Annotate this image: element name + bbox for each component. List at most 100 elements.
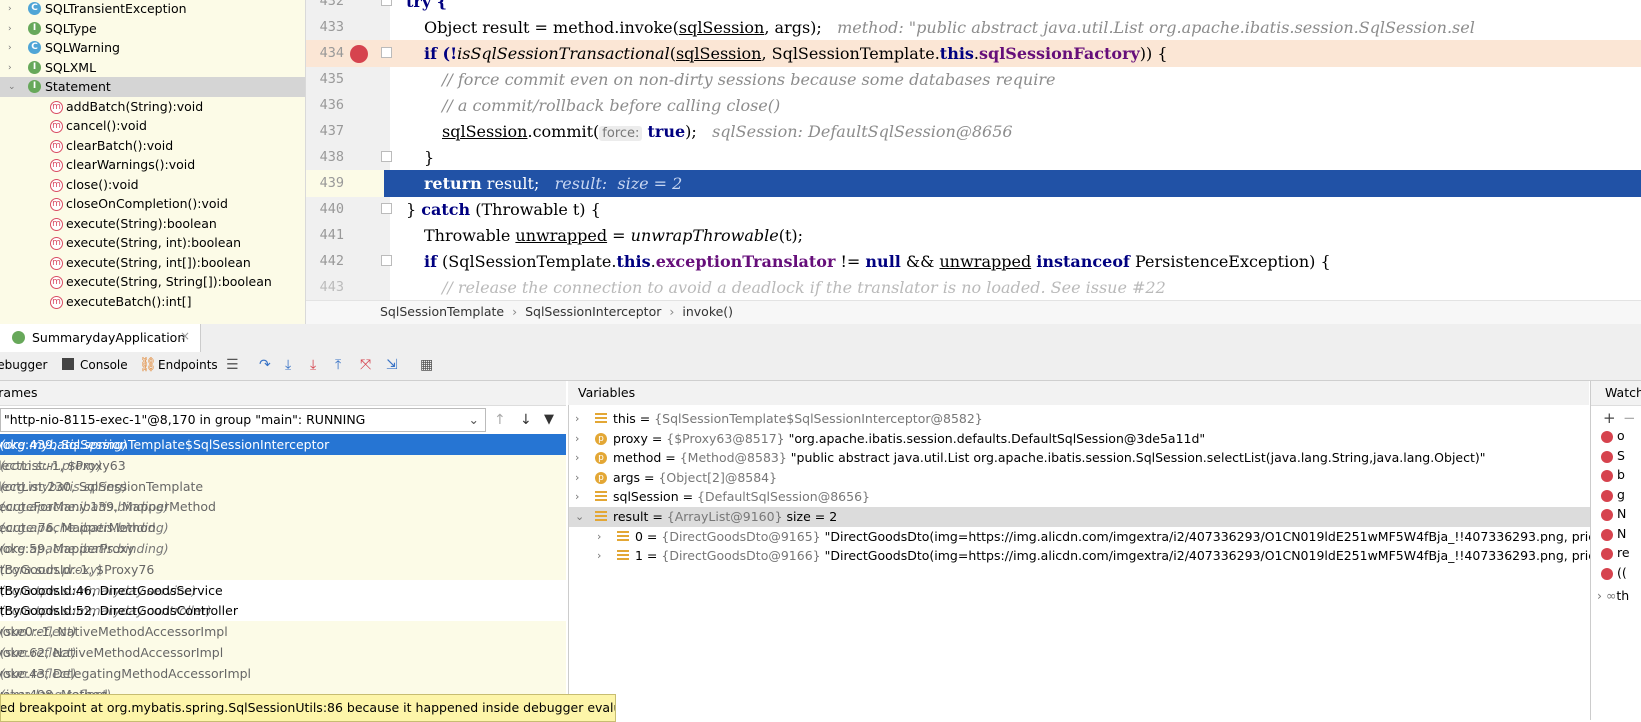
breadcrumb-item[interactable]: SqlSessionTemplate	[380, 304, 504, 319]
stack-frame[interactable]: invoke:59, MapperProxy(org.apache.ibatis…	[0, 538, 566, 559]
fold-marker-icon[interactable]	[381, 151, 392, 162]
tree-method-item[interactable]: m cancel():void	[0, 116, 305, 136]
force-step-into-icon[interactable]: ⤓	[310, 357, 316, 373]
code-line[interactable]: 432 try {	[306, 0, 1641, 15]
stack-frame[interactable]: selectList:230, SqlSessionTemplate (org.m…	[0, 475, 566, 497]
tab-console[interactable]: Console	[80, 358, 128, 372]
variable-row[interactable]: › 0 = {DirectGoodsDto@9165} "DirectGoodsD…	[569, 527, 1641, 547]
tree-item[interactable]: › C SQLWarning	[0, 38, 305, 58]
tree-method-item[interactable]: m execute(String):boolean	[0, 214, 305, 234]
chevron-right-icon[interactable]: ›	[575, 468, 579, 488]
layout-menu-icon[interactable]: ☰	[226, 357, 239, 373]
chevron-right-icon[interactable]: ›	[575, 448, 579, 468]
tree-method-item[interactable]: m clearBatch():void	[0, 136, 305, 156]
code-line[interactable]: 438}	[306, 144, 1641, 171]
chevron-down-icon[interactable]: ⌄	[575, 507, 584, 527]
tree-method-item[interactable]: m executeBatch():int[]	[0, 292, 305, 312]
fold-marker-icon[interactable]	[381, 47, 392, 58]
stack-frame[interactable]: invoke:43, DelegatingMethodAccessorImpl(…	[0, 662, 566, 684]
code-line[interactable]: 439 return result; result: size = 2	[306, 170, 1641, 197]
thread-selector[interactable]: "http-nio-8115-exec-1"@8,170 in group "m…	[0, 408, 486, 432]
watch-item[interactable]: ((	[1617, 565, 1627, 580]
code-line[interactable]: 437 sqlSession.commit(force: true); sqlSe…	[306, 118, 1641, 145]
stack-frame[interactable]: executeForMany:139, MapperMethod (org.apa…	[0, 496, 566, 518]
stack-frame[interactable]: selectList:-1, $Proxy63(com.sun.proxy)	[0, 454, 566, 476]
code-line[interactable]: 442 if (SqlSessionTemplate.this.exception…	[306, 248, 1641, 275]
remove-watch-icon[interactable]: −	[1623, 409, 1636, 427]
code-line[interactable]: 443 // release the connection to avoid a …	[306, 274, 1641, 300]
drop-frame-icon[interactable]: ⤧	[360, 357, 371, 373]
code-line[interactable]: 433 Object result = method.invoke(sqlSess…	[306, 14, 1641, 41]
tree-method-item[interactable]: m closeOnCompletion():void	[0, 194, 305, 214]
tab-debugger[interactable]: Debugger	[0, 358, 47, 372]
tree-method-item[interactable]: m execute(String, int[]):boolean	[0, 253, 305, 273]
code-line[interactable]: 434 if (!isSqlSessionTransactional(sqlSes…	[306, 40, 1641, 67]
stack-frame[interactable]: getByGoodsId:46, DirectGoodsService (com.…	[0, 579, 566, 601]
variable-row[interactable]: › this = {SqlSessionTemplate$SqlSessionIn…	[569, 409, 1590, 429]
chevron-right-icon[interactable]: ›	[8, 19, 12, 39]
chevron-right-icon[interactable]: ›	[8, 38, 12, 58]
variables-tree[interactable]: › this = {SqlSessionTemplate$SqlSessionIn…	[568, 405, 1641, 720]
variable-row[interactable]: › 1 = {DirectGoodsDto@9166} "DirectGoodsD…	[569, 546, 1641, 566]
variable-row[interactable]: › p method = {Method@8583} "public abstrac…	[569, 448, 1590, 468]
step-out-icon[interactable]: ⤒	[335, 357, 341, 373]
filter-icon[interactable]: ▼	[544, 412, 554, 427]
code-editor[interactable]: 432 try {433 Object result = method.invoke…	[306, 0, 1641, 300]
tree-method-item[interactable]: m execute(String, String[]):boolean	[0, 272, 305, 292]
run-to-cursor-icon[interactable]: ⇲	[386, 357, 398, 373]
watch-item[interactable]: re	[1617, 545, 1630, 560]
code-line[interactable]: 440} catch (Throwable t) {	[306, 196, 1641, 223]
code-line[interactable]: 436 // a commit/rollback before calling c…	[306, 92, 1641, 119]
fold-marker-icon[interactable]	[381, 203, 392, 214]
stack-frame[interactable]: getByGoodsId:-1, $Proxy76 (com.sun.proxy)	[0, 558, 566, 580]
watch-item[interactable]: N	[1617, 526, 1626, 541]
tree-item[interactable]: › I SQLXML	[0, 58, 305, 78]
tree-item[interactable]: › I SQLType	[0, 19, 305, 39]
chevron-right-icon[interactable]: ›	[575, 429, 579, 449]
breadcrumb-item[interactable]: invoke()	[682, 304, 733, 319]
previous-frame-icon[interactable]: ↑	[494, 412, 506, 428]
stack-frame[interactable]: getByGoodsId:52, DirectGoodsController (c…	[0, 600, 566, 622]
chevron-down-icon[interactable]: ⌄	[8, 77, 16, 97]
stack-frame[interactable]: invoke:439, SqlSessionTemplate$SqlSessio…	[0, 434, 566, 455]
fold-marker-icon[interactable]	[381, 255, 392, 266]
chevron-right-icon[interactable]: ›	[8, 0, 12, 19]
chevron-right-icon[interactable]: ›	[597, 527, 601, 547]
tree-method-item[interactable]: m clearWarnings():void	[0, 155, 305, 175]
tree-method-item[interactable]: m close():void	[0, 175, 305, 195]
watch-item[interactable]: b	[1617, 467, 1625, 482]
close-icon[interactable]: ×	[180, 329, 190, 343]
breadcrumb-item[interactable]: SqlSessionInterceptor	[525, 304, 661, 319]
chevron-right-icon[interactable]: ›	[597, 546, 601, 566]
breakpoint-icon[interactable]	[350, 45, 368, 63]
code-line[interactable]: 435 // force commit even on non-dirty ses…	[306, 66, 1641, 93]
tree-method-item[interactable]: m addBatch(String):void	[0, 97, 305, 117]
chevron-right-icon[interactable]: ›	[575, 487, 579, 507]
tree-method-item[interactable]: m execute(String, int):boolean	[0, 233, 305, 253]
variable-row[interactable]: › p args = {Object[2]@8584}	[569, 468, 1590, 488]
variable-row[interactable]: › p proxy = {$Proxy63@8517} "org.apache.ib…	[569, 429, 1590, 449]
variable-row[interactable]: › sqlSession = {DefaultSqlSession@8656}	[569, 487, 1590, 507]
chevron-right-icon[interactable]: ›	[1597, 588, 1602, 603]
watch-item[interactable]: › ∞th	[1597, 588, 1629, 603]
variable-row[interactable]: ⌄ result = {ArrayList@9160} size = 2	[569, 507, 1590, 527]
watch-item[interactable]: S	[1617, 448, 1625, 463]
add-watch-icon[interactable]: +	[1603, 409, 1616, 427]
run-tab[interactable]: SummarydayApplication ×	[0, 324, 201, 352]
evaluate-expression-icon[interactable]: ▦	[420, 357, 433, 373]
step-over-icon[interactable]: ↷	[259, 357, 271, 373]
watch-item[interactable]: g	[1617, 487, 1625, 502]
watch-item[interactable]: o	[1617, 428, 1625, 443]
watch-item[interactable]: N	[1617, 506, 1626, 521]
tab-endpoints[interactable]: Endpoints	[158, 358, 218, 372]
stack-frame[interactable]: execute:76, MapperMethod (org.apache.ibat…	[0, 517, 566, 539]
next-frame-icon[interactable]: ↓	[520, 412, 532, 428]
stack-frame[interactable]: invoke:62, NativeMethodAccessorImpl (sun.…	[0, 642, 566, 663]
chevron-right-icon[interactable]: ›	[575, 409, 579, 429]
tree-item[interactable]: › C SQLTransientException	[0, 0, 305, 19]
code-line[interactable]: 441 Throwable unwrapped = unwrapThrowable…	[306, 222, 1641, 249]
fold-marker-icon[interactable]	[381, 0, 392, 6]
tree-item[interactable]: ⌄ I Statement	[0, 77, 305, 97]
stack-frame[interactable]: invoke0:-1, NativeMethodAccessorImpl (sun…	[0, 621, 566, 643]
step-into-icon[interactable]: ⤓	[285, 357, 291, 373]
